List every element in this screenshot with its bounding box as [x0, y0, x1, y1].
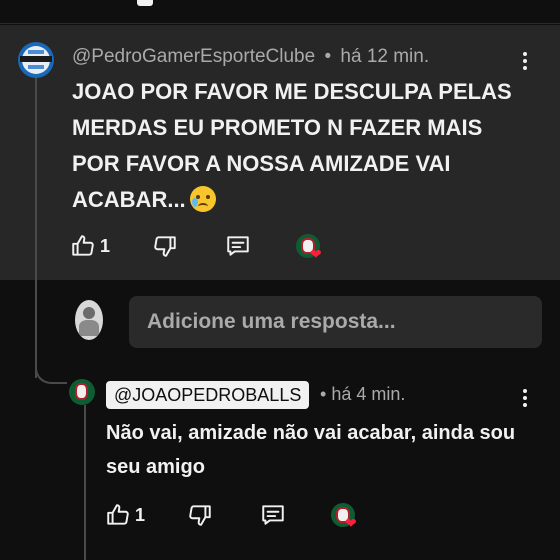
reply-input-placeholder: Adicione uma resposta...	[147, 310, 396, 333]
reply-thread-line	[84, 405, 86, 560]
thumbs-up-icon	[107, 504, 129, 525]
thumbs-down-icon	[189, 505, 211, 526]
separator-dot: •	[320, 384, 327, 404]
thread-line	[35, 78, 37, 378]
comment-author[interactable]: @PedroGamerEsporteClube	[72, 46, 315, 67]
creator-heart-icon: ❤	[345, 515, 357, 531]
reply-reply-button[interactable]	[259, 501, 287, 529]
reply-author-mention[interactable]: @JOAOPEDROBALLS	[106, 381, 310, 409]
dislike-button[interactable]	[152, 232, 178, 260]
thumbs-up-icon	[72, 235, 94, 256]
reply-comment-icon	[262, 505, 284, 525]
user-avatar	[75, 300, 103, 340]
separator-dot: •	[324, 46, 332, 67]
fluminense-crest-icon	[75, 383, 88, 400]
reply-creator-heart-badge[interactable]: ❤	[331, 503, 359, 531]
commenter-avatar[interactable]	[18, 42, 54, 78]
reply-input[interactable]: Adicione uma resposta...	[129, 296, 542, 348]
top-bar	[0, 0, 560, 24]
comment-actions: 1 ❤	[70, 232, 340, 262]
reply-text: Não vai, amizade não vai acabar, ainda s…	[106, 422, 516, 478]
comment-text: JOAO POR FAVOR ME DESCULPA PELAS MERDAS …	[72, 79, 512, 212]
reply-actions: 1 ❤	[105, 501, 375, 531]
comment-menu-button[interactable]	[522, 52, 528, 72]
comment-header: @PedroGamerEsporteClube • há 12 min.	[72, 46, 429, 68]
creator-heart-badge[interactable]: ❤	[296, 234, 324, 262]
reply-like-count: 1	[135, 504, 146, 525]
thumbs-down-icon	[154, 236, 176, 257]
reply-menu-button[interactable]	[522, 389, 528, 409]
reply-dislike-button[interactable]	[187, 501, 213, 529]
reply-comment-icon	[227, 236, 249, 256]
like-count: 1	[100, 235, 111, 256]
comment-body: JOAO POR FAVOR ME DESCULPA PELAS MERDAS …	[72, 74, 532, 218]
reply-like-button[interactable]: 1	[105, 501, 145, 529]
reply-author-avatar[interactable]	[69, 379, 95, 405]
crying-face-emoji-icon	[189, 186, 216, 212]
reply-time-row: • há 4 min.	[320, 384, 405, 405]
reply-time[interactable]: há 4 min.	[331, 384, 405, 404]
header-fragment	[137, 0, 153, 6]
thread-connector	[35, 344, 67, 384]
comment-time[interactable]: há 12 min.	[340, 46, 429, 67]
reply-button[interactable]	[224, 232, 252, 260]
like-button[interactable]: 1	[70, 232, 110, 260]
creator-heart-icon: ❤	[310, 246, 322, 262]
